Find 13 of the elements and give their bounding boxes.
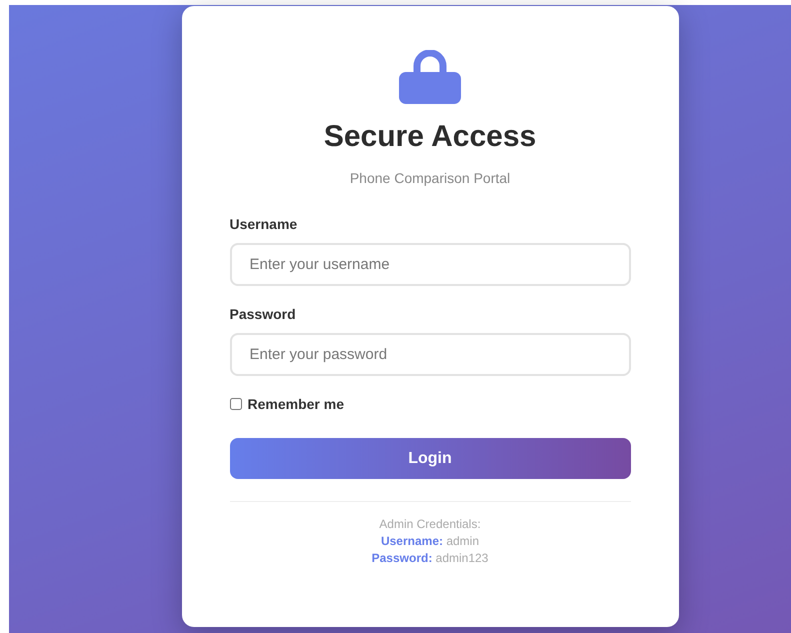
remember-label: Remember me [248,396,344,412]
credential-line: Username: admin [380,533,480,550]
field-label: Password [230,306,297,322]
login-title: Secure Access [322,120,538,154]
credentials-heading: Admin Credentials: [379,516,481,533]
login-subtitle: Phone Comparison Portal [348,170,512,186]
text-field[interactable]: Enter your username [230,243,630,286]
field-label: Username [230,216,298,232]
credential-line: Password: admin123 [372,550,488,567]
login-button[interactable]: Login [230,438,630,479]
text-field[interactable]: Enter your password [230,333,630,376]
lock-icon [398,50,462,104]
remember-checkbox[interactable] [230,398,242,410]
